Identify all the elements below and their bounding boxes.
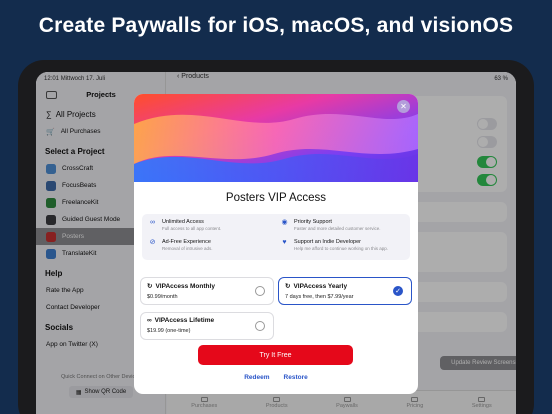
no-ads-icon: ⊘ xyxy=(149,239,156,246)
status-battery: 63 % xyxy=(494,76,508,82)
try-it-free-button[interactable]: Try It Free xyxy=(198,345,353,365)
restore-link[interactable]: Restore xyxy=(284,374,308,381)
plan-radio-checked[interactable]: ✓ xyxy=(393,286,403,296)
feature-item: ◉ Priority Support Faster and more detai… xyxy=(280,219,405,232)
paywall-modal: ✕ Posters VIP Access ∞ Unlimited Access … xyxy=(134,94,418,394)
status-bar: 12:01 Mittwoch 17. Juli 63 % xyxy=(36,72,516,86)
feature-subtitle: Removal of intrusive ads. xyxy=(162,246,213,251)
plan-monthly[interactable]: ↻ VIPAccess Monthly $0.99/month xyxy=(140,277,274,305)
renew-icon: ↻ xyxy=(147,283,153,290)
plan-radio[interactable] xyxy=(255,321,265,331)
feature-title: Priority Support xyxy=(294,219,332,225)
infinity-icon: ∞ xyxy=(150,219,155,226)
ipad-screen: 12:01 Mittwoch 17. Juli 63 % Projects ∑ … xyxy=(36,72,516,414)
plan-radio[interactable] xyxy=(255,286,265,296)
plan-yearly[interactable]: ↻ VIPAccess Yearly 7 days free, then $7.… xyxy=(278,277,412,305)
status-date: Mittwoch 17. Juli xyxy=(60,76,106,82)
feature-item: ⊘ Ad-Free Experience Removal of intrusiv… xyxy=(148,239,273,252)
feature-list: ∞ Unlimited Access Full access to all ap… xyxy=(142,214,410,260)
plan-name-row: ∞ VIPAccess Lifetime xyxy=(147,317,267,324)
feature-title: Ad-Free Experience xyxy=(162,239,211,245)
heart-icon: ♥ xyxy=(282,239,287,246)
plan-price: 7 days free, then $7.99/year xyxy=(285,294,354,300)
redeem-link[interactable]: Redeem xyxy=(244,374,269,381)
plan-name-row: ↻ VIPAccess Monthly xyxy=(147,282,267,291)
status-time: 12:01 xyxy=(44,76,60,82)
marketing-headline: Create Paywalls for iOS, macOS, and visi… xyxy=(38,14,514,37)
feature-title: Support an Indie Developer xyxy=(294,239,361,245)
paywall-title: Posters VIP Access xyxy=(225,192,327,204)
plan-name: VIPAccess Yearly xyxy=(293,282,348,290)
paywall-links: Redeem Restore xyxy=(134,374,418,381)
priority-icon: ◉ xyxy=(281,219,288,226)
plan-name: VIPAccess Monthly xyxy=(155,282,215,290)
renew-icon: ↻ xyxy=(285,283,291,290)
infinity-icon: ∞ xyxy=(147,317,152,324)
feature-item: ♥ Support an Indie Developer Help me aff… xyxy=(280,239,405,252)
checkmark-icon: ✓ xyxy=(395,288,401,295)
plan-name: VIPAccess Lifetime xyxy=(154,317,215,324)
feature-subtitle: Faster and more detailed customer servic… xyxy=(294,226,381,231)
close-button[interactable]: ✕ xyxy=(397,100,410,113)
plan-lifetime[interactable]: ∞ VIPAccess Lifetime $19.99 (one-time) xyxy=(140,312,274,340)
plan-name-row: ↻ VIPAccess Yearly xyxy=(285,282,405,291)
close-icon: ✕ xyxy=(400,101,407,111)
feature-title: Unlimited Access xyxy=(162,219,204,225)
feature-subtitle: Full access to all app content. xyxy=(162,226,222,231)
plan-price: $19.99 (one-time) xyxy=(147,328,191,334)
feature-subtitle: Help me afford to continue working on th… xyxy=(294,246,388,251)
status-time-date: 12:01 Mittwoch 17. Juli xyxy=(44,76,105,82)
hero-gradient-image xyxy=(134,94,418,182)
plan-price: $0.99/month xyxy=(147,294,178,300)
feature-item: ∞ Unlimited Access Full access to all ap… xyxy=(148,219,273,232)
